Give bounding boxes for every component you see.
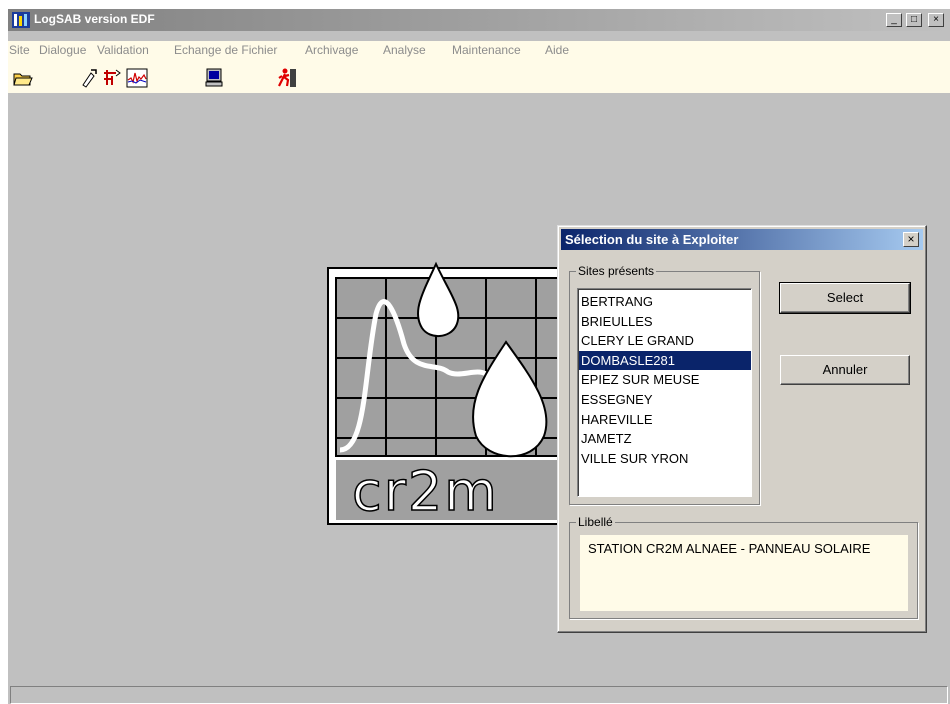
minimize-button[interactable]: _ <box>886 13 902 27</box>
list-item[interactable]: JAMETZ <box>579 429 751 449</box>
menu-dialogue[interactable]: Dialogue <box>39 43 86 57</box>
cancel-button[interactable]: Annuler <box>780 355 910 385</box>
list-item[interactable]: ESSEGNEY <box>579 390 751 410</box>
list-item-selected[interactable]: DOMBASLE281 <box>579 350 751 371</box>
libelle-group-label: Libellé <box>576 515 615 529</box>
list-item[interactable]: BERTRANG <box>579 292 751 312</box>
toolbar <box>8 59 950 93</box>
dialog-title-bar[interactable]: Sélection du site à Exploiter × <box>561 229 923 250</box>
menu-bar: Site Dialogue Validation Echange de Fich… <box>8 41 950 59</box>
menu-validation[interactable]: Validation <box>97 43 149 57</box>
status-bar <box>10 686 948 704</box>
maximize-button[interactable]: □ <box>906 13 922 27</box>
chart-icon[interactable] <box>126 67 148 89</box>
select-button[interactable]: Select <box>779 282 911 314</box>
transfer-icon[interactable] <box>101 67 123 89</box>
list-item[interactable]: EPIEZ SUR MEUSE <box>579 370 751 390</box>
menu-aide[interactable]: Aide <box>545 43 569 57</box>
site-list[interactable]: BERTRANG BRIEULLES CLERY LE GRAND DOMBAS… <box>577 288 752 497</box>
menu-maintenance[interactable]: Maintenance <box>452 43 521 57</box>
list-item[interactable]: HAREVILLE <box>579 410 751 430</box>
cr2m-logo: cr2m <box>327 261 585 525</box>
exit-icon[interactable] <box>276 67 298 89</box>
open-folder-icon[interactable] <box>12 67 34 89</box>
libelle-field: STATION CR2M ALNAEE - PANNEAU SOLAIRE <box>580 535 908 611</box>
title-bar[interactable]: LogSAB version EDF _ □ × <box>8 9 950 31</box>
sites-group-label: Sites présents <box>576 264 657 278</box>
menu-archivage[interactable]: Archivage <box>305 43 358 57</box>
menu-analyse[interactable]: Analyse <box>383 43 426 57</box>
tool-icon[interactable] <box>77 67 99 89</box>
menu-echange-de-fichier[interactable]: Echange de Fichier <box>174 43 277 57</box>
dialog-title: Sélection du site à Exploiter <box>565 232 739 247</box>
site-selection-dialog: Sélection du site à Exploiter × Sites pr… <box>557 225 927 633</box>
close-button[interactable]: × <box>928 13 944 27</box>
menu-site[interactable]: Site <box>9 43 30 57</box>
dialog-close-button[interactable]: × <box>903 232 919 247</box>
list-item[interactable]: CLERY LE GRAND <box>579 331 751 351</box>
list-item[interactable]: VILLE SUR YRON <box>579 449 751 469</box>
logo-text: cr2m <box>352 460 499 523</box>
list-item[interactable]: BRIEULLES <box>579 312 751 332</box>
computer-icon[interactable] <box>203 67 225 89</box>
window-title: LogSAB version EDF <box>34 12 155 26</box>
app-icon <box>12 12 30 28</box>
